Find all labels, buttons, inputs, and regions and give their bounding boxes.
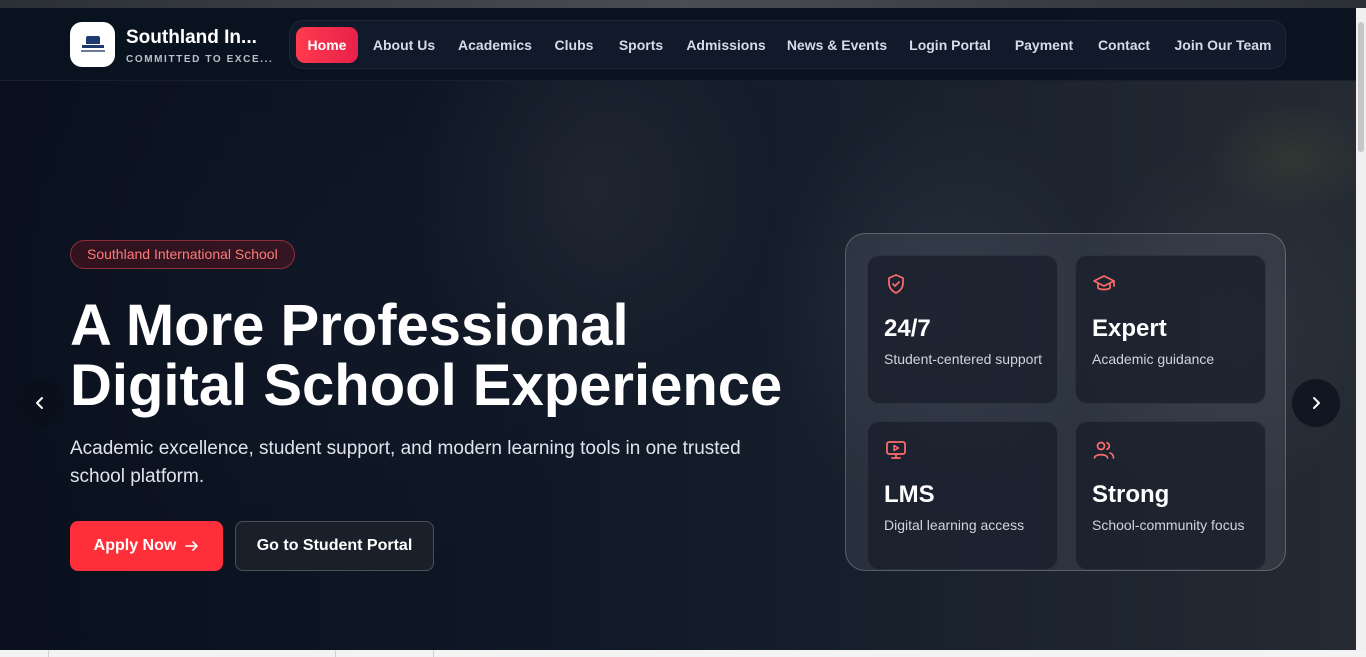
site-header: Southland In... COMMITTED TO EXCE... Hom… — [0, 8, 1356, 81]
main-nav: Home About Us Academics Clubs Sports Adm… — [289, 20, 1286, 69]
nav-item-admissions[interactable]: Admissions — [685, 27, 767, 63]
apply-now-label: Apply Now — [93, 537, 177, 554]
carousel-prev-button[interactable] — [16, 379, 64, 427]
page-scrollbar[interactable] — [1356, 8, 1366, 650]
taskbar-segment — [335, 650, 433, 657]
nav-item-login-portal[interactable]: Login Portal — [907, 27, 993, 63]
nav-item-clubs[interactable]: Clubs — [552, 27, 596, 63]
school-logo[interactable] — [70, 22, 115, 67]
nav-item-about-us[interactable]: About Us — [369, 27, 439, 63]
arrow-right-icon — [185, 541, 199, 551]
stat-desc: Student-centered support — [884, 351, 1042, 367]
school-crest-icon — [80, 34, 106, 56]
carousel-next-button[interactable] — [1292, 379, 1340, 427]
nav-item-contact[interactable]: Contact — [1095, 27, 1153, 63]
hero-subtext: Academic excellence, student support, an… — [70, 438, 741, 487]
stat-value: LMS — [884, 481, 935, 508]
taskbar-segment — [433, 650, 434, 657]
nav-item-join-our-team[interactable]: Join Our Team — [1172, 27, 1274, 63]
hero-headline: A More Professional Digital School Exper… — [70, 296, 830, 416]
brand-tagline: COMMITTED TO EXCE... — [126, 54, 274, 65]
apply-now-button[interactable]: Apply Now — [70, 521, 223, 571]
nav-item-home[interactable]: Home — [296, 27, 358, 63]
stat-desc: Academic guidance — [1092, 351, 1215, 367]
stat-desc: Digital learning access — [884, 517, 1025, 533]
browser-top-strip — [0, 0, 1366, 8]
scrollbar-thumb[interactable] — [1358, 22, 1364, 152]
taskbar-strip — [0, 650, 1366, 657]
nav-item-academics[interactable]: Academics — [457, 27, 533, 63]
school-badge: Southland International School — [70, 240, 295, 269]
nav-item-payment[interactable]: Payment — [1012, 27, 1076, 63]
chevron-left-icon — [36, 397, 43, 409]
graduation-cap-icon — [1093, 275, 1115, 291]
stats-panel: 24/7 Student-centered support Expert Aca… — [845, 233, 1286, 571]
stat-card-lms: LMS Digital learning access — [867, 421, 1058, 570]
nav-item-news-events[interactable]: News & Events — [785, 27, 889, 63]
brand-name[interactable]: Southland In... — [126, 27, 266, 49]
stat-card-guidance: Expert Academic guidance — [1075, 255, 1266, 404]
stat-card-community: Strong School-community focus — [1075, 421, 1266, 570]
stat-value: Strong — [1092, 481, 1170, 508]
stat-value: Expert — [1092, 315, 1167, 342]
chevron-right-icon — [1313, 397, 1320, 409]
shield-check-icon — [888, 274, 904, 294]
stat-desc: School-community focus — [1092, 517, 1245, 533]
student-portal-button[interactable]: Go to Student Portal — [235, 521, 434, 571]
taskbar-segment — [48, 650, 335, 657]
headline-line-1: A More Professional — [70, 293, 629, 358]
stat-value: 24/7 — [884, 315, 931, 342]
stat-card-support: 24/7 Student-centered support — [867, 255, 1058, 404]
headline-line-2: Digital School Experience — [70, 353, 783, 418]
users-icon — [1093, 441, 1115, 459]
nav-item-sports[interactable]: Sports — [616, 27, 666, 63]
monitor-play-icon — [886, 441, 906, 459]
